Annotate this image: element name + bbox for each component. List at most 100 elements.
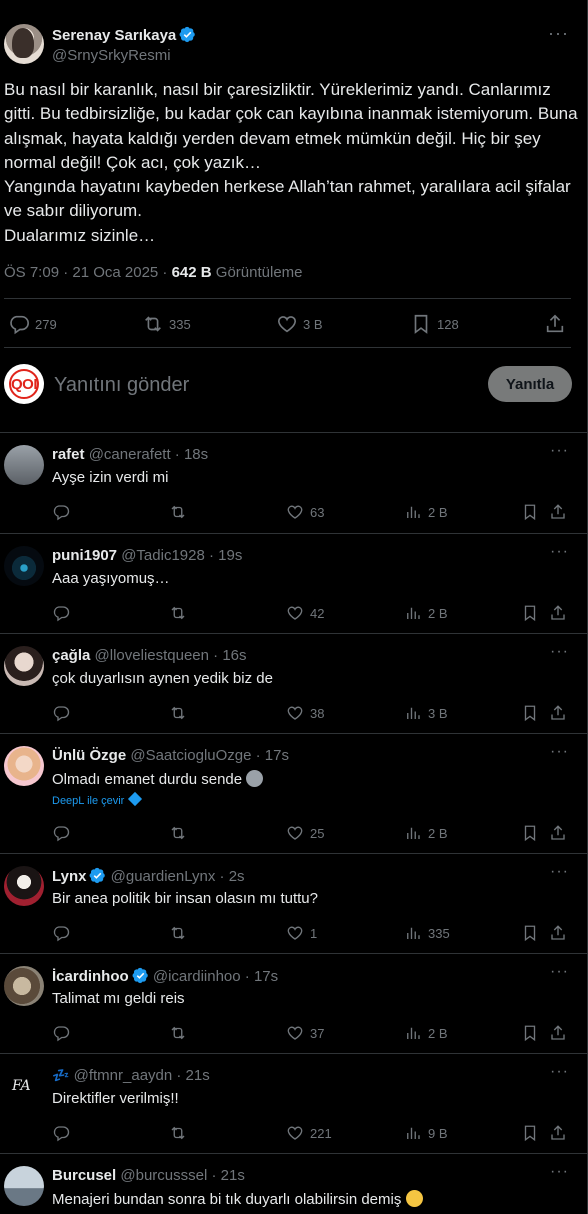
reply-author-name[interactable]: puni1907 — [52, 547, 117, 564]
reply-tweet[interactable]: Burcusel @burcusssel · 21s ··· Menajeri bu… — [0, 1153, 587, 1214]
avatar[interactable] — [4, 445, 44, 485]
avatar[interactable]: FA — [4, 1066, 44, 1106]
avatar[interactable] — [4, 24, 44, 64]
more-options-icon[interactable]: ··· — [550, 443, 569, 459]
reply-author-handle[interactable]: @Tadic1928 · 19s — [121, 547, 242, 564]
avatar[interactable] — [4, 866, 44, 906]
reply-button[interactable] — [52, 823, 70, 843]
more-options-icon[interactable]: ··· — [550, 744, 569, 760]
like-button[interactable]: 42 — [286, 603, 324, 623]
reply-author-name[interactable]: rafet — [52, 446, 85, 463]
views-button[interactable]: 2 B — [404, 603, 448, 623]
timestamp-link[interactable]: ÖS 7:09 · 21 Oca 2025 · — [4, 264, 172, 281]
reply-submit-button[interactable]: Yanıtla — [488, 366, 572, 402]
retweet-button[interactable]: 335 — [142, 310, 191, 338]
views-button[interactable]: 9 B — [404, 1123, 448, 1143]
reply-tweet[interactable]: rafet @canerafett · 18s ··· Ayşe izin verd… — [0, 432, 587, 533]
reply-author-name[interactable]: çağla — [52, 647, 90, 664]
like-button[interactable]: 63 — [286, 502, 324, 522]
share-button[interactable] — [549, 1023, 567, 1043]
share-button[interactable] — [549, 923, 567, 943]
more-options-icon[interactable]: ··· — [550, 864, 569, 880]
retweet-button[interactable] — [169, 823, 187, 843]
like-button[interactable]: 25 — [286, 823, 324, 843]
reply-tweet[interactable]: Ünlü Özge @SaatciogluOzge · 17s ··· Olmadı… — [0, 733, 587, 853]
reply-button[interactable] — [52, 1123, 70, 1143]
reply-author-name[interactable]: Lynx — [52, 868, 86, 885]
reply-tweet[interactable]: çağla @lloveliestqueen · 16s ··· çok duyar… — [0, 633, 587, 733]
reply-author-handle[interactable]: @SaatciogluOzge · 17s — [130, 747, 289, 764]
reply-input[interactable] — [54, 372, 434, 398]
bookmark-button[interactable] — [521, 1023, 539, 1043]
avatar[interactable]: QOI — [4, 364, 44, 404]
reply-tweet[interactable]: Lynx @guardienLynx · 2s ··· Bir anea polit… — [0, 853, 587, 953]
reply-button[interactable] — [52, 1023, 70, 1043]
translate-label[interactable]: DeepL ile çevir — [52, 795, 124, 807]
retweet-button[interactable] — [169, 923, 187, 943]
share-button[interactable] — [549, 1123, 567, 1143]
like-button[interactable]: 1 — [286, 923, 317, 943]
share-button[interactable] — [549, 603, 567, 623]
avatar[interactable] — [4, 746, 44, 786]
reply-author-handle[interactable]: @burcusssel · 21s — [120, 1167, 244, 1184]
avatar[interactable] — [4, 966, 44, 1006]
reply-button[interactable] — [52, 502, 70, 522]
views-button[interactable]: 2 B — [404, 502, 448, 522]
share-button[interactable] — [549, 502, 567, 522]
views-button[interactable]: 2 B — [404, 1023, 448, 1043]
share-icon — [551, 825, 565, 840]
tweet-text: Bu nasıl bir karanlık, nasıl bir çaresiz… — [4, 78, 580, 248]
more-options-icon[interactable]: ··· — [550, 644, 569, 660]
author-name[interactable]: Serenay Sarıkaya — [52, 26, 196, 44]
reply-author-name[interactable]: Ünlü Özge — [52, 747, 126, 764]
reply-author-handle[interactable]: @ftmnr_aaydn · 21s — [74, 1067, 210, 1084]
bookmark-button[interactable] — [521, 603, 539, 623]
reply-author-handle[interactable]: @guardienLynx · 2s — [111, 868, 245, 885]
bookmark-button[interactable] — [521, 502, 539, 522]
like-button[interactable]: 221 — [286, 1123, 332, 1143]
avatar[interactable] — [4, 1166, 44, 1206]
more-options-icon[interactable]: ··· — [548, 24, 568, 46]
like-button[interactable]: 37 — [286, 1023, 324, 1043]
more-options-icon[interactable]: ··· — [550, 544, 569, 560]
more-options-icon[interactable]: ··· — [550, 964, 569, 980]
more-options-icon[interactable]: ··· — [550, 1164, 569, 1180]
retweet-button[interactable] — [169, 603, 187, 623]
avatar[interactable] — [4, 646, 44, 686]
bookmark-button[interactable] — [521, 923, 539, 943]
like-button[interactable]: 38 — [286, 703, 324, 723]
bookmark-button[interactable] — [521, 1123, 539, 1143]
share-button[interactable] — [544, 310, 566, 338]
reply-tweet[interactable]: İcardinhoo @icardiinhoo · 17s ··· Talimat … — [0, 953, 587, 1053]
views-button[interactable]: 335 — [404, 923, 450, 943]
like-button[interactable]: 3 B — [276, 310, 323, 338]
reply-author-handle[interactable]: @icardiinhoo · 17s — [153, 968, 278, 985]
more-options-icon[interactable]: ··· — [550, 1064, 569, 1080]
views-button[interactable]: 2 B — [404, 823, 448, 843]
reply-button[interactable]: 279 — [8, 310, 57, 338]
reply-tweet[interactable]: FA 💤 @ftmnr_aaydn · 21s ··· Direktifler ver… — [0, 1053, 587, 1153]
author-name-text[interactable]: Serenay Sarıkaya — [52, 27, 176, 44]
bookmark-button[interactable] — [521, 703, 539, 723]
bookmark-button[interactable]: 128 — [410, 310, 459, 338]
avatar[interactable] — [4, 546, 44, 586]
reply-button[interactable] — [52, 923, 70, 943]
author-handle[interactable]: @SrnySrkyResmi — [52, 47, 171, 64]
reply-button[interactable] — [52, 703, 70, 723]
reply-text-content: Talimat mı geldi reis — [52, 990, 185, 1007]
reply-button[interactable] — [52, 603, 70, 623]
share-button[interactable] — [549, 823, 567, 843]
retweet-button[interactable] — [169, 502, 187, 522]
reply-author-name[interactable]: Burcusel — [52, 1167, 116, 1184]
reply-author-name[interactable]: İcardinhoo — [52, 968, 129, 985]
reply-author-handle[interactable]: @lloveliestqueen · 16s — [95, 647, 247, 664]
retweet-button[interactable] — [169, 703, 187, 723]
share-button[interactable] — [549, 703, 567, 723]
views-button[interactable]: 3 B — [404, 703, 448, 723]
reply-tweet[interactable]: puni1907 @Tadic1928 · 19s ··· Aaa yaşıyomu… — [0, 533, 587, 633]
translate-link[interactable]: DeepL ile çevir — [52, 791, 143, 807]
reply-author-handle[interactable]: @canerafett · 18s — [89, 446, 208, 463]
retweet-button[interactable] — [169, 1123, 187, 1143]
retweet-button[interactable] — [169, 1023, 187, 1043]
bookmark-button[interactable] — [521, 823, 539, 843]
